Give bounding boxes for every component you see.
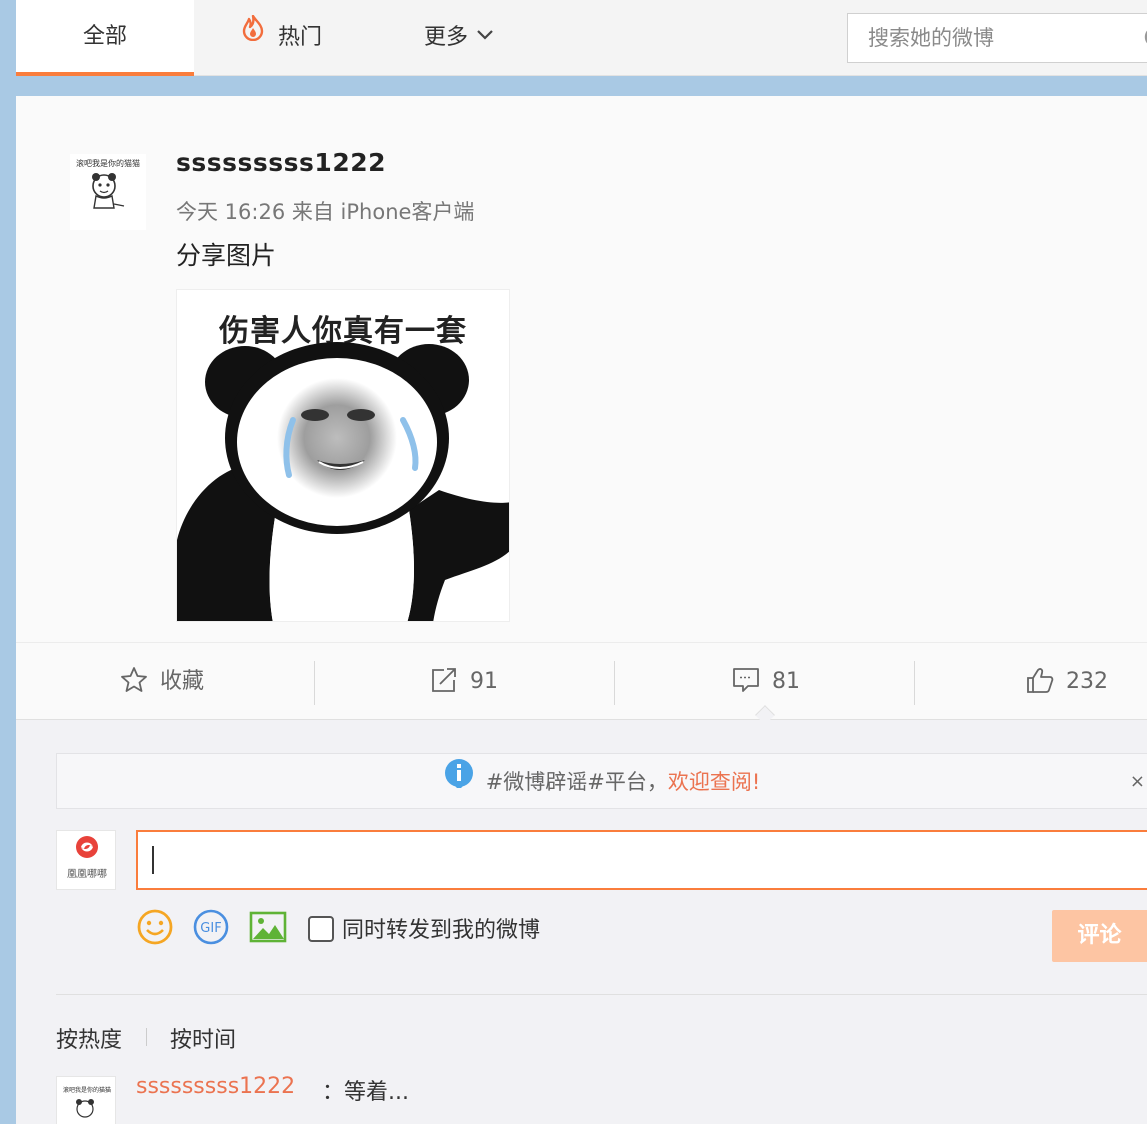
favorite-label: 收藏 <box>160 669 205 694</box>
post-text: 分享图片 <box>176 241 277 270</box>
tab-hot-label: 热门 <box>278 25 323 50</box>
close-icon[interactable]: × <box>1130 754 1145 810</box>
panda-meme-image <box>177 342 509 621</box>
tab-more-label: 更多 <box>424 25 469 50</box>
thumbs-up-icon <box>1027 668 1054 693</box>
svg-text:GIF: GIF <box>200 921 221 936</box>
comment-text: ：等着... <box>322 1074 409 1106</box>
post-body: 滚吧我是你的猫猫 sssssssss1222 今天 16:26 来自 iPhon… <box>16 96 1147 642</box>
text-cursor <box>152 846 154 874</box>
info-icon <box>444 753 474 809</box>
tab-all[interactable]: 全部 <box>16 0 194 76</box>
cartoon-bear-image <box>76 1099 94 1118</box>
my-avatar[interactable]: 凰凰哪哪 <box>56 830 116 890</box>
search-input[interactable] <box>848 14 1147 62</box>
comment-input[interactable] <box>136 830 1147 890</box>
repost-count: 91 <box>470 669 498 694</box>
emoji-icon[interactable] <box>136 908 174 950</box>
top-tab-bar: 全部 热门 更多 <box>16 0 1147 76</box>
action-bar: 收藏 91 81 232 <box>16 642 1147 720</box>
repost-button[interactable]: 91 <box>430 643 498 721</box>
tab-more[interactable]: 更多 <box>424 0 494 76</box>
comment-username[interactable]: sssssssss1222 <box>136 1074 295 1099</box>
commenter-avatar[interactable]: 滚吧我是你的猫猫 <box>56 1076 116 1124</box>
cartoon-bear-image <box>92 173 125 209</box>
star-icon <box>121 667 147 692</box>
repost-checkbox-label[interactable]: 同时转发到我的微博 <box>342 912 540 944</box>
share-icon <box>432 668 456 692</box>
image-icon[interactable] <box>248 908 288 950</box>
notice-link[interactable]: 欢迎查阅! <box>668 770 760 794</box>
action-divider <box>314 661 315 705</box>
action-divider <box>614 661 615 705</box>
like-button[interactable]: 232 <box>1026 643 1108 721</box>
chevron-down-icon <box>476 0 494 73</box>
gif-icon[interactable]: GIF <box>192 908 230 950</box>
post-image[interactable]: 伤害人你真有一套 <box>176 289 510 622</box>
like-count: 232 <box>1066 669 1108 694</box>
my-avatar-caption: 凰凰哪哪 <box>67 869 107 880</box>
author-avatar[interactable]: 滚吧我是你的猫猫 <box>70 154 146 230</box>
comment-icon <box>733 668 759 692</box>
comment-section: #微博辟谣#平台，欢迎查阅! × 凰凰哪哪 GIF 同时转发到我的微博 评论 按… <box>16 720 1147 1124</box>
comment-count: 81 <box>772 669 800 694</box>
tab-all-label: 全部 <box>82 24 127 49</box>
sort-divider <box>146 1028 147 1046</box>
post-card: 滚吧我是你的猫猫 sssssssss1222 今天 16:26 来自 iPhon… <box>16 96 1147 1124</box>
post-meta: 今天 16:26 来自 iPhone客户端 <box>176 200 475 224</box>
separator <box>56 994 1147 995</box>
comment-body: 等着... <box>344 1080 409 1105</box>
search-icon[interactable] <box>1143 25 1147 57</box>
sort-by-time[interactable]: 按时间 <box>170 1022 236 1054</box>
tab-hot[interactable]: 热门 <box>242 0 322 76</box>
rumor-notice-banner: #微博辟谣#平台，欢迎查阅! × <box>56 753 1147 809</box>
notice-text: #微博辟谣#平台， <box>485 770 668 794</box>
comment-colon: ： <box>322 1080 345 1105</box>
avatar-logo-image <box>76 836 98 858</box>
action-divider <box>914 661 915 705</box>
search-box <box>847 13 1147 63</box>
author-name[interactable]: sssssssss1222 <box>176 148 386 177</box>
submit-comment-button[interactable]: 评论 <box>1052 910 1147 962</box>
sort-by-heat[interactable]: 按热度 <box>56 1022 122 1054</box>
favorite-button[interactable]: 收藏 <box>120 643 204 721</box>
repost-checkbox[interactable] <box>308 916 334 942</box>
fire-icon <box>242 0 264 73</box>
